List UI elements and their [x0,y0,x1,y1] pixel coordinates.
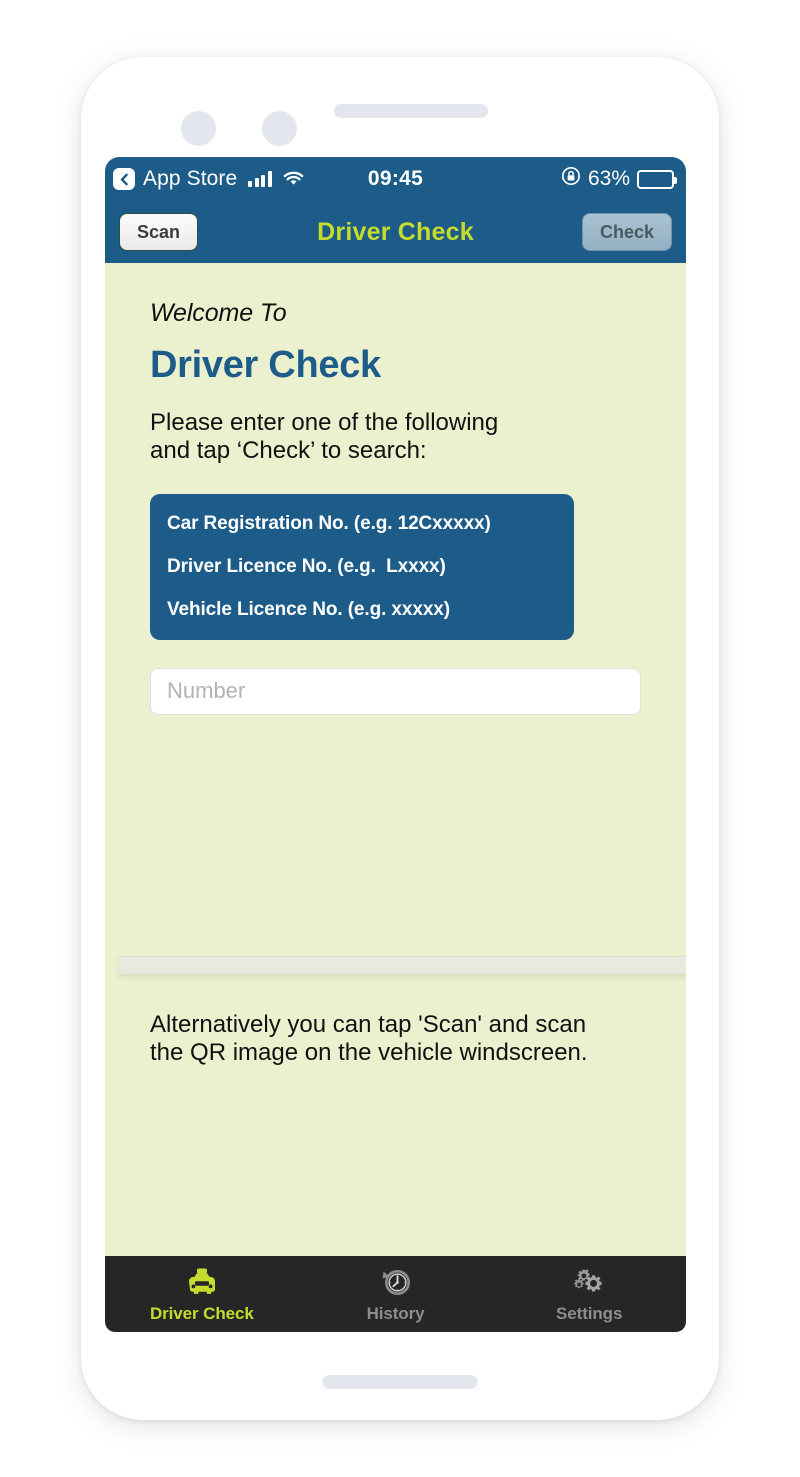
taxi-icon [184,1264,220,1300]
phone-screen: App Store 09:45 63% Scan Driver Check Ch… [105,157,686,1332]
check-button[interactable]: Check [581,213,672,251]
accepted-formats-box: Car Registration No. (e.g. 12Cxxxxx) Dri… [150,493,574,640]
cellular-signal-icon [248,171,272,187]
tab-label-history: History [366,1304,425,1323]
status-bar-left: App Store [113,167,304,191]
tab-label-driver-check: Driver Check [149,1304,254,1323]
instructions-text: Please enter one of the following and ta… [150,409,499,465]
status-bar-right: 63% [561,166,677,192]
format-line-driver-licence: Driver Licence No. (e.g. Lxxxx) [167,555,446,577]
home-indicator [322,1375,478,1389]
section-divider [119,956,686,974]
tab-driver-check[interactable]: Driver Check [105,1264,299,1324]
phone-frame: App Store 09:45 63% Scan Driver Check Ch… [81,57,719,1420]
welcome-label: Welcome To [150,299,287,327]
number-input[interactable] [150,667,641,715]
app-heading: Driver Check [150,344,381,386]
front-camera-icon [262,111,297,146]
clock-history-icon [379,1264,413,1300]
format-line-car-registration: Car Registration No. (e.g. 12Cxxxxx) [167,512,491,534]
proximity-sensor-icon [181,111,216,146]
tab-history[interactable]: History [299,1264,493,1324]
phone-sensor-row [181,104,601,150]
screenshot-stage: App Store 09:45 63% Scan Driver Check Ch… [0,0,800,1477]
status-bar-app-name[interactable]: App Store [143,167,237,191]
chevron-left-icon[interactable] [113,168,135,190]
navigation-bar: Scan Driver Check Check [105,201,686,263]
format-line-vehicle-licence: Vehicle Licence No. (e.g. xxxxx) [167,598,450,620]
status-bar: App Store 09:45 63% [105,157,686,201]
battery-percent-label: 63% [587,167,630,190]
tab-label-settings: Settings [556,1304,623,1323]
bottom-tab-bar: Driver Check History Settings [105,1256,686,1332]
gears-icon [571,1264,607,1300]
battery-icon [637,169,677,189]
main-content: Welcome To Driver Check Please enter one… [105,263,686,1332]
rotation-lock-icon [561,166,581,192]
scan-hint-text: Alternatively you can tap 'Scan' and sca… [150,1011,588,1067]
wifi-icon [283,171,304,187]
tab-settings[interactable]: Settings [492,1264,686,1324]
scan-button[interactable]: Scan [119,213,199,251]
earpiece-speaker [334,104,488,118]
